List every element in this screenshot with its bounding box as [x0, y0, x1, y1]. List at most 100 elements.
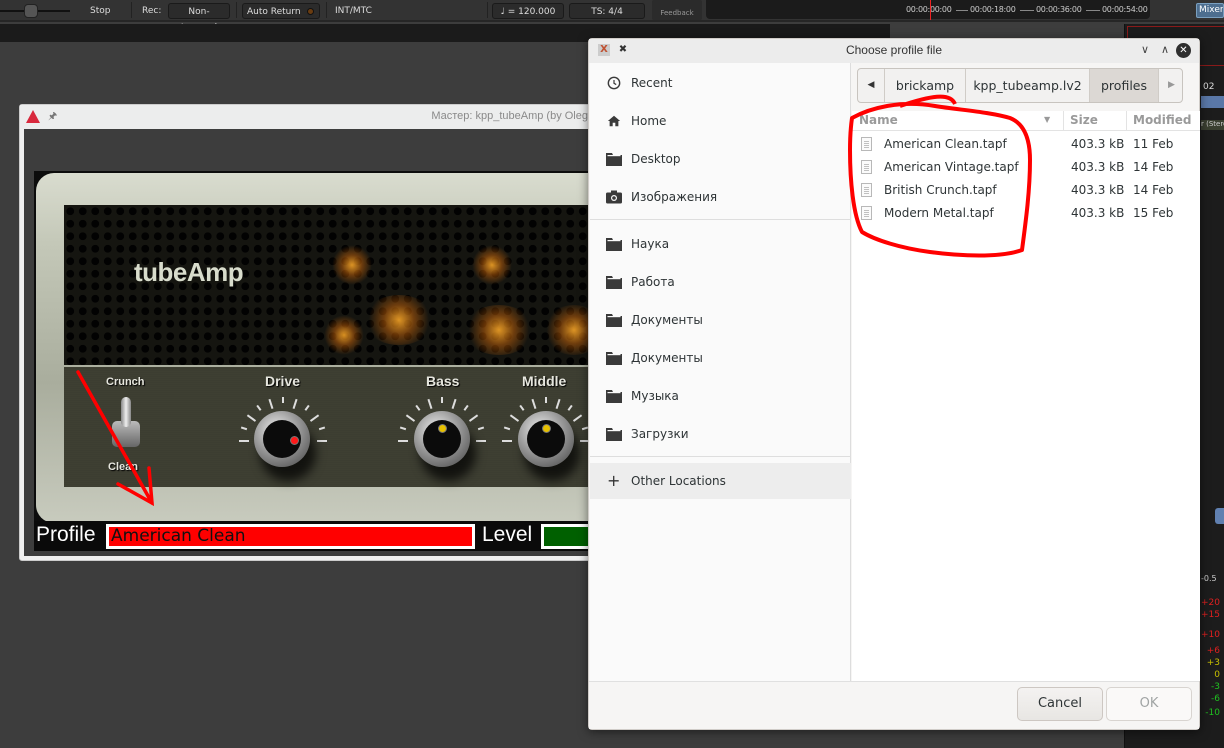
meter-tick: +6 — [1206, 646, 1220, 656]
drive-indicator-icon — [290, 436, 299, 445]
tube-glow — [464, 305, 534, 355]
tube-glow — [324, 315, 364, 355]
sort-descending-icon[interactable]: ▼ — [1044, 115, 1050, 124]
path-segment-current[interactable]: profiles — [1089, 69, 1158, 102]
maximize-icon[interactable]: ∧ — [1161, 43, 1169, 56]
timeline-mark: 00:00:54:00 — [1102, 5, 1148, 14]
ok-button[interactable]: OK — [1106, 687, 1192, 721]
knob-tick — [451, 398, 457, 409]
column-size-header[interactable]: Size — [1070, 113, 1098, 127]
file-row[interactable]: American Vintage.tapf 403.3 kB 14 Feb — [852, 156, 1200, 179]
file-row[interactable]: Modern Metal.tapf 403.3 kB 15 Feb — [852, 202, 1200, 225]
sidebar-item-bookmark[interactable]: Работа — [590, 264, 851, 300]
text-file-icon — [861, 183, 872, 197]
shuttle-slider-knob[interactable] — [24, 4, 38, 18]
sidebar-item-recent[interactable]: Recent — [590, 65, 851, 101]
knob-tick — [463, 404, 469, 411]
folder-icon — [606, 276, 622, 289]
bass-indicator-icon — [438, 424, 447, 433]
knob-tick — [399, 426, 407, 431]
file-row[interactable]: American Clean.tapf 403.3 kB 11 Feb — [852, 133, 1200, 156]
sidebar-item-label: Документы — [631, 313, 703, 327]
toggle-bottom-label: Clean — [108, 461, 138, 473]
plugin-body: tubeAmp Crunch Clean Drive Bass Middle P… — [24, 129, 598, 556]
knob-tick — [246, 414, 257, 422]
bass-knob[interactable] — [414, 411, 470, 467]
rec-mode-button[interactable]: Non-Layered — [168, 3, 230, 33]
close-icon[interactable]: ✕ — [1176, 43, 1191, 58]
tempo-button[interactable]: ♩ = 120.000 — [492, 3, 564, 19]
timeline-connector — [1020, 10, 1034, 11]
minimize-icon[interactable]: ∨ — [1141, 43, 1149, 56]
tube-glow — [332, 245, 372, 285]
auto-return-button[interactable]: Auto Return — [242, 3, 320, 19]
sidebar-item-desktop[interactable]: Desktop — [590, 141, 851, 177]
file-size: 403.3 kB — [1071, 183, 1125, 197]
sidebar-item-bookmark[interactable]: Музыка — [590, 378, 851, 414]
folder-icon — [606, 238, 622, 251]
timeline-connector — [956, 10, 968, 11]
mini-timeline[interactable]: 00:00:00:00 00:00:18:00 00:00:36:00 00:0… — [706, 0, 1150, 19]
playhead-marker — [930, 0, 931, 20]
strip-button[interactable] — [1215, 508, 1224, 524]
gain-value[interactable]: -0.5 — [1201, 574, 1217, 583]
knob-tick — [567, 404, 573, 411]
time-signature-button[interactable]: TS: 4/4 — [569, 3, 645, 19]
track-id: 02 — [1203, 82, 1215, 92]
tube-glow — [364, 295, 434, 345]
ardour-logo-icon — [26, 110, 40, 123]
column-divider[interactable] — [1126, 111, 1127, 131]
path-scroll-right-icon[interactable]: ▶ — [1158, 69, 1182, 102]
sidebar-item-other-locations[interactable]: + Other Locations — [590, 463, 851, 499]
path-segment[interactable]: kpp_tubeamp.lv2 — [965, 69, 1089, 102]
profile-bar: Profile American Clean Level — [34, 521, 598, 551]
sidebar-item-bookmark[interactable]: Загрузки — [590, 416, 851, 452]
file-size: 403.3 kB — [1071, 137, 1125, 151]
cancel-button[interactable]: Cancel — [1017, 687, 1103, 721]
track-name-button[interactable] — [1201, 96, 1224, 108]
plugin-titlebar[interactable]: 🖈 Мастер: kpp_tubeAmp (by Oleg — [20, 105, 598, 129]
timeline-connector — [1086, 10, 1100, 11]
file-modified: 14 Feb — [1133, 160, 1174, 174]
column-divider[interactable] — [1063, 111, 1064, 131]
knob-tick — [477, 426, 485, 431]
pin-icon[interactable]: 🖈 — [48, 109, 57, 126]
plus-icon: + — [607, 471, 621, 490]
toolbar-divider — [487, 2, 488, 18]
feedback-button[interactable]: Feedback — [652, 0, 702, 20]
sidebar-item-home[interactable]: Home — [590, 103, 851, 139]
path-scroll-left-icon[interactable]: ◀ — [858, 69, 884, 102]
knob-tick — [572, 414, 583, 422]
path-bar: ◀ brickamp kpp_tubeamp.lv2 profiles ▶ — [857, 68, 1183, 103]
dialog-titlebar[interactable]: X ✖ Choose profile file ∨ ∧ ✕ — [589, 39, 1199, 63]
column-modified-header[interactable]: Modified — [1133, 113, 1192, 127]
plugin-window-title: Мастер: kpp_tubeAmp (by Oleg — [431, 110, 588, 122]
sync-source[interactable]: INT/MTC — [335, 3, 372, 19]
text-file-icon — [861, 206, 872, 220]
sidebar-item-pictures[interactable]: Изображения — [590, 179, 851, 215]
mixer-button[interactable]: Mixer — [1196, 3, 1224, 18]
sidebar-item-bookmark[interactable]: Документы — [590, 302, 851, 338]
sidebar-item-bookmark[interactable]: Документы — [590, 340, 851, 376]
file-list: Name ▼ Size Modified American Clean.tapf… — [852, 111, 1200, 681]
toggle-top-label: Crunch — [106, 376, 145, 388]
meter-tick: -6 — [1211, 694, 1220, 704]
auto-return-label: Auto Return — [247, 7, 301, 17]
file-chooser-dialog: X ✖ Choose profile file ∨ ∧ ✕ Recent Hom… — [588, 38, 1200, 730]
sidebar-item-bookmark[interactable]: Наука — [590, 226, 851, 262]
sidebar-item-label: Документы — [631, 351, 703, 365]
drive-knob[interactable] — [254, 411, 310, 467]
editor-ruler-area — [600, 24, 890, 38]
column-name-header[interactable]: Name — [859, 113, 898, 127]
knob-tick — [405, 414, 416, 422]
meter-tick: 0 — [1214, 670, 1220, 680]
amp-grill: tubeAmp — [64, 205, 598, 365]
knob-tick — [581, 426, 589, 431]
profile-selector[interactable]: American Clean — [106, 524, 475, 549]
level-label: Level — [482, 523, 533, 546]
path-segment[interactable]: brickamp — [884, 69, 965, 102]
toggle-lever[interactable] — [121, 397, 131, 427]
middle-knob[interactable] — [518, 411, 574, 467]
rec-label: Rec: — [142, 6, 162, 16]
file-row[interactable]: British Crunch.tapf 403.3 kB 14 Feb — [852, 179, 1200, 202]
